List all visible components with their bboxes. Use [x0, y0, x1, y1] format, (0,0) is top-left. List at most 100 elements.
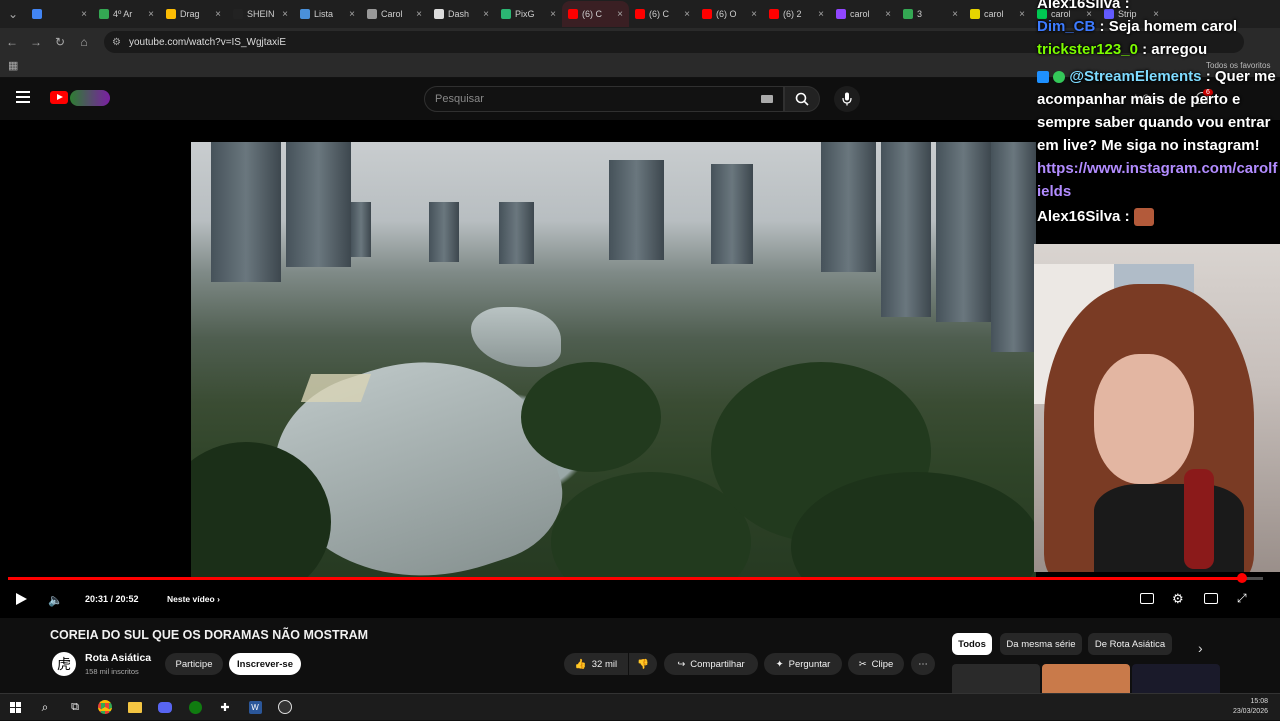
word-icon[interactable]: W	[240, 694, 270, 721]
tab-favicon-icon	[970, 9, 980, 19]
join-button[interactable]: Participe	[165, 653, 223, 675]
tab-close-icon[interactable]: ×	[416, 9, 422, 20]
tab-close-icon[interactable]: ×	[550, 9, 556, 20]
discord-icon[interactable]	[150, 694, 180, 721]
file-explorer-icon[interactable]	[120, 694, 150, 721]
youtube-logo[interactable]	[50, 91, 68, 104]
home-icon[interactable]: ⌂	[72, 30, 96, 54]
tab-close-icon[interactable]: ×	[483, 9, 489, 20]
apps-icon[interactable]: ▦	[8, 59, 18, 72]
chip-all[interactable]: Todos	[952, 633, 992, 655]
browser-tab[interactable]: carol ×	[964, 1, 1031, 27]
recommended-thumbnail[interactable]	[1042, 664, 1130, 693]
stream-chat-overlay: Alex16Silva : Dim_CB : Seja homem carol …	[1034, 0, 1280, 244]
tab-favicon-icon	[769, 9, 779, 19]
tab-close-icon[interactable]: ×	[1019, 9, 1025, 20]
search-button[interactable]	[784, 86, 820, 112]
browser-tab[interactable]: PixG ×	[495, 1, 562, 27]
dislike-button[interactable]: 👎	[629, 653, 657, 675]
browser-tab[interactable]: Dash ×	[428, 1, 495, 27]
task-view-icon[interactable]: ⧉	[60, 694, 90, 721]
tab-close-icon[interactable]: ×	[349, 9, 355, 20]
site-info-icon[interactable]: ⚙	[112, 37, 121, 48]
search-icon	[795, 92, 809, 106]
recommended-thumbnail[interactable]	[1132, 664, 1220, 693]
subtitles-icon[interactable]	[1140, 593, 1154, 604]
like-button[interactable]: 👍 32 mil	[564, 653, 628, 675]
browser-tab[interactable]: SHEIN ×	[227, 1, 294, 27]
xbox-icon[interactable]	[180, 694, 210, 721]
browser-tab[interactable]: 3 ×	[897, 1, 964, 27]
chip-same-series[interactable]: Da mesma série	[1000, 633, 1082, 655]
volume-icon[interactable]: 🔈	[48, 593, 63, 607]
system-clock[interactable]: 15:08 23/03/2026	[1233, 697, 1268, 717]
settings-icon[interactable]: ⚙	[1172, 591, 1184, 607]
chat-message: @StreamElements : Quer me acompanhar mai…	[1037, 68, 1276, 154]
ask-button[interactable]: ✦ Perguntar	[764, 653, 842, 675]
miniplayer-icon[interactable]	[1204, 593, 1218, 604]
browser-tab[interactable]: (6) C ×	[562, 1, 629, 27]
tab-close-icon[interactable]: ×	[215, 9, 221, 20]
keyboard-icon[interactable]	[761, 95, 773, 103]
play-icon[interactable]	[16, 593, 27, 605]
tab-favicon-icon	[702, 9, 712, 19]
thumbs-down-icon: 👎	[637, 658, 649, 670]
forward-icon[interactable]: →	[24, 30, 48, 54]
tab-list: × 4º Ar × Drag × SHEIN × Lista × Carol × Dash × PixG ×…	[26, 1, 1165, 27]
tab-close-icon[interactable]: ×	[751, 9, 757, 20]
fullscreen-icon[interactable]: ⤢	[1237, 591, 1247, 606]
progress-bar-played[interactable]	[8, 577, 1242, 580]
scissors-icon: ✂	[858, 658, 867, 670]
search-input[interactable]: Pesquisar	[424, 86, 784, 112]
recommended-thumbnail[interactable]	[952, 664, 1040, 693]
browser-tab[interactable]: (6) C ×	[629, 1, 696, 27]
channel-doodle-logo	[70, 90, 110, 106]
tab-close-icon[interactable]: ×	[885, 9, 891, 20]
chevron-right-icon[interactable]: ›	[1198, 640, 1203, 656]
browser-tab[interactable]: ×	[26, 1, 93, 27]
menu-icon[interactable]	[16, 91, 30, 103]
browser-tab[interactable]: (6) O ×	[696, 1, 763, 27]
more-icon: ⋯	[918, 658, 928, 670]
windows-taskbar: ⌕ ⧉ ✚ W 15:08 23/03/2026	[0, 693, 1280, 720]
url-text: youtube.com/watch?v=IS_WgjtaxiE	[128, 36, 286, 48]
voice-search-button[interactable]	[834, 86, 860, 112]
channel-avatar[interactable]: 虎	[52, 652, 76, 676]
start-icon[interactable]	[0, 694, 30, 721]
browser-tab[interactable]: Carol ×	[361, 1, 428, 27]
tab-close-icon[interactable]: ×	[617, 9, 623, 20]
tab-favicon-icon	[635, 9, 645, 19]
progress-scrubber[interactable]	[1236, 573, 1247, 583]
back-icon[interactable]: ←	[0, 30, 24, 54]
share-button[interactable]: ↪ Compartilhar	[664, 653, 758, 675]
chip-from-channel[interactable]: De Rota Asiática	[1088, 633, 1172, 655]
obs-icon[interactable]	[270, 694, 300, 721]
browser-tab[interactable]: (6) 2 ×	[763, 1, 830, 27]
reload-icon[interactable]: ↻	[48, 30, 72, 54]
more-actions-button[interactable]: ⋯	[911, 653, 935, 675]
tab-search-icon[interactable]: ⌄	[0, 2, 26, 26]
tab-close-icon[interactable]: ×	[952, 9, 958, 20]
browser-tab[interactable]: Drag ×	[160, 1, 227, 27]
tab-close-icon[interactable]: ×	[818, 9, 824, 20]
browser-tab[interactable]: 4º Ar ×	[93, 1, 160, 27]
tab-close-icon[interactable]: ×	[684, 9, 690, 20]
browser-tab[interactable]: carol ×	[830, 1, 897, 27]
search-icon[interactable]: ⌕	[30, 694, 60, 721]
verified-badge-icon	[1037, 71, 1049, 84]
video-frame[interactable]	[191, 142, 1036, 578]
emote-icon	[1133, 208, 1154, 227]
tab-close-icon[interactable]: ×	[282, 9, 288, 20]
chrome-icon[interactable]	[90, 694, 120, 721]
sparkle-icon: ✦	[775, 658, 784, 670]
tab-close-icon[interactable]: ×	[81, 9, 87, 20]
clip-button[interactable]: ✂ Clipe	[848, 653, 904, 675]
app-icon[interactable]: ✚	[210, 694, 240, 721]
tab-favicon-icon	[300, 9, 310, 19]
channel-name[interactable]: Rota Asiática	[85, 652, 151, 664]
browser-tab[interactable]: Lista ×	[294, 1, 361, 27]
subscribe-button[interactable]: Inscrever-se	[229, 653, 301, 675]
next-chapter-button[interactable]: Neste vídeo ›	[167, 594, 220, 604]
tab-close-icon[interactable]: ×	[148, 9, 154, 20]
chat-message: Dim_CB : Seja homem carol	[1037, 18, 1238, 35]
